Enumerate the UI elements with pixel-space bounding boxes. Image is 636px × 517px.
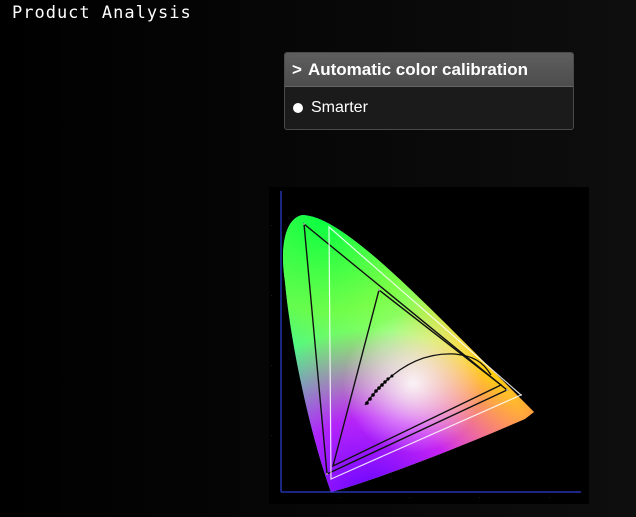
calibration-header[interactable]: > Automatic color calibration [285, 53, 573, 87]
page-title: Product Analysis [12, 3, 192, 23]
calibration-header-label: Automatic color calibration [307, 59, 529, 79]
svg-text:·: · [271, 293, 272, 298]
svg-text:·: · [339, 495, 340, 500]
svg-text:·: · [549, 495, 550, 500]
smarter-option-label: Smarter [311, 99, 368, 116]
svg-text:·: · [271, 363, 272, 368]
cie-chromaticity-diagram-icon: · · · · · · · · [271, 191, 581, 500]
svg-text:·: · [409, 495, 410, 500]
smarter-radio-option[interactable]: Smarter [285, 87, 573, 129]
calibration-panel: > Automatic color calibration Smarter [284, 52, 574, 130]
svg-text:·: · [271, 433, 272, 438]
chevron-right-icon: > [292, 59, 302, 79]
cie-chromaticity-diagram: · · · · · · · · [269, 187, 589, 504]
radio-selected-icon[interactable] [293, 103, 303, 113]
svg-text:·: · [271, 223, 272, 228]
svg-text:·: · [479, 495, 480, 500]
